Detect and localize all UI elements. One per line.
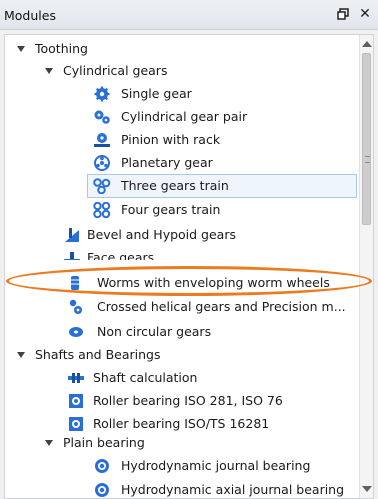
tree-item-pinion-with-rack[interactable]: Pinion with rack — [5, 128, 357, 152]
roller-bearing-icon — [69, 417, 83, 431]
expand-arrow-icon[interactable] — [17, 46, 25, 52]
tree-item-hydro-journal-bearing[interactable]: Hydrodynamic journal bearing — [5, 454, 357, 478]
tree-item-label: Plain bearing — [63, 435, 145, 450]
tree-item-four-gears-train[interactable]: Four gears train — [5, 198, 357, 222]
bevel-gear-icon — [65, 228, 79, 242]
tree-item-bevel-hypoid-gears[interactable]: Bevel and Hypoid gears — [5, 223, 357, 247]
tree-item-worms-enveloping[interactable]: Worms with enveloping worm wheels — [5, 271, 357, 295]
expand-arrow-icon[interactable] — [45, 68, 53, 74]
expand-arrow-icon[interactable] — [17, 352, 25, 358]
panel-title: Modules — [4, 8, 56, 23]
tree-item-label: Worms with enveloping worm wheels — [97, 275, 330, 290]
tree-item-planetary-gear[interactable]: Planetary gear — [5, 151, 357, 175]
tree-item-non-circular-gears[interactable]: Non circular gears — [5, 320, 357, 344]
scroll-up-arrow-icon[interactable] — [362, 41, 372, 47]
vertical-scrollbar[interactable] — [359, 35, 373, 498]
tree-item-shafts-bearings[interactable]: Shafts and Bearings — [5, 343, 357, 367]
face-gear-icon — [64, 252, 80, 260]
tree-item-label: Pinion with rack — [121, 132, 221, 147]
tree-item-plain-bearing[interactable]: Plain bearing — [5, 431, 357, 455]
tree-item-label: Crossed helical gears and Precision m... — [97, 299, 346, 314]
roller-bearing-icon — [69, 394, 83, 408]
tree-item-label: Four gears train — [121, 202, 221, 217]
tree-item-toothing[interactable]: Toothing — [5, 37, 357, 61]
tree-item-label: Cylindrical gears — [63, 63, 168, 78]
tree-item-label: Single gear — [121, 86, 192, 101]
planetary-gear-icon — [94, 155, 110, 171]
modules-panel-header: Modules ✕ — [0, 0, 378, 30]
shaft-icon — [68, 373, 84, 383]
tree-item-crossed-helical[interactable]: Crossed helical gears and Precision m... — [5, 295, 357, 319]
scroll-down-arrow-icon[interactable] — [362, 486, 372, 492]
journal-bearing-icon — [95, 459, 109, 473]
scrollbar-grip-icon — [365, 156, 370, 163]
tree-item-label: Shaft calculation — [93, 370, 198, 385]
four-gears-icon — [93, 202, 111, 218]
tree-item-roller-bearing-281[interactable]: Roller bearing ISO 281, ISO 76 — [5, 389, 357, 413]
tree-item-label: Hydrodynamic journal bearing — [121, 458, 311, 473]
modules-tree: Toothing Cylindrical gears Single gear C… — [4, 34, 374, 499]
tree-item-three-gears-train[interactable]: Three gears train — [87, 174, 357, 198]
tree-item-single-gear[interactable]: Single gear — [5, 82, 357, 106]
tree-item-label: Non circular gears — [97, 324, 212, 339]
tree-item-label: Three gears train — [121, 178, 229, 193]
tree-item-hydro-axial-bearing[interactable]: Hydrodynamic axial journal bearing — [5, 478, 357, 498]
crossed-helical-icon — [69, 299, 82, 314]
tree-item-label: Planetary gear — [121, 155, 213, 170]
tree-item-label: Cylindrical gear pair — [121, 109, 248, 124]
pinion-rack-icon — [94, 133, 110, 147]
tree-item-face-gears[interactable]: Face gears — [5, 246, 357, 260]
worm-gear-icon — [71, 276, 79, 290]
tree-item-cylindrical-gears[interactable]: Cylindrical gears — [5, 59, 357, 83]
three-gears-icon — [93, 178, 111, 194]
scrollbar-thumb[interactable] — [362, 53, 371, 225]
expand-arrow-icon[interactable] — [45, 440, 53, 446]
tree-item-label: Toothing — [35, 41, 88, 56]
axial-bearing-icon — [95, 483, 109, 497]
tree-item-label: Bevel and Hypoid gears — [87, 227, 236, 242]
tree-item-label: Face gears — [87, 250, 155, 260]
gear-icon — [94, 86, 110, 102]
tree-item-shaft-calculation[interactable]: Shaft calculation — [5, 366, 357, 390]
close-panel-icon[interactable]: ✕ — [358, 6, 372, 22]
tree-item-label: Shafts and Bearings — [35, 347, 161, 362]
non-circular-gear-icon — [69, 327, 83, 337]
tree-item-label: Roller bearing ISO 281, ISO 76 — [93, 393, 283, 408]
tree-item-cylindrical-gear-pair[interactable]: Cylindrical gear pair — [5, 105, 357, 129]
gear-pair-icon — [94, 110, 110, 124]
float-panel-icon[interactable] — [336, 6, 350, 22]
tree-item-label: Hydrodynamic axial journal bearing — [121, 482, 345, 497]
